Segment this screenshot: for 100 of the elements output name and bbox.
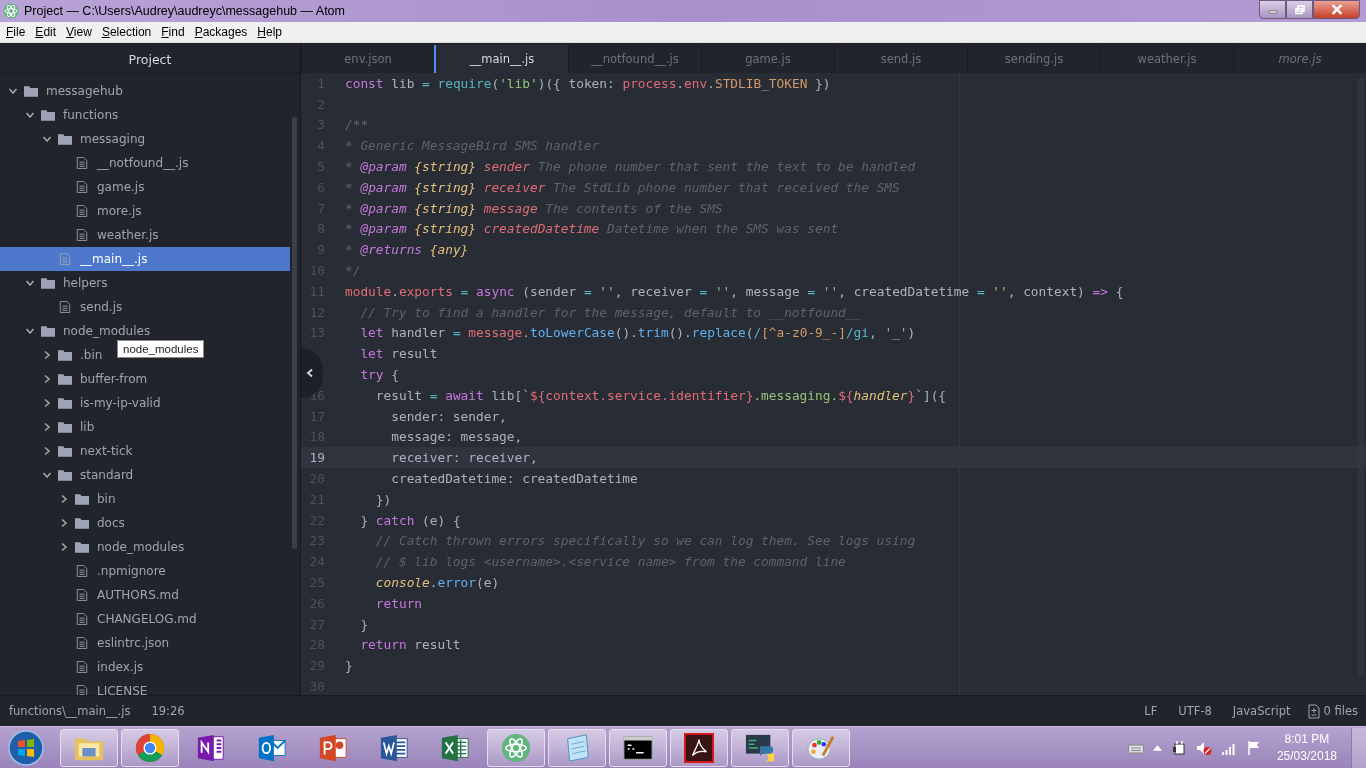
tree-item[interactable]: bin — [0, 487, 120, 511]
tree-item[interactable]: game.js — [0, 175, 149, 199]
line-ending[interactable]: LF — [1144, 704, 1158, 718]
taskbar-button[interactable] — [609, 728, 667, 767]
encoding[interactable]: UTF-8 — [1178, 704, 1212, 718]
flag-icon[interactable] — [1245, 739, 1262, 756]
document-icon — [379, 732, 409, 763]
menu-item[interactable]: Help — [252, 25, 288, 39]
tree-item[interactable]: node_modules — [0, 535, 189, 559]
folder-icon — [58, 445, 72, 457]
tree-item[interactable]: lib — [0, 415, 99, 439]
code-line: // Try to find a handler for the message, default to __notfound__ — [359, 304, 862, 320]
folder-icon — [58, 373, 72, 385]
folder-icon — [58, 397, 72, 409]
file-icon — [75, 613, 89, 625]
show-desktop-button[interactable] — [1351, 727, 1366, 768]
close-icon — [1329, 4, 1344, 15]
power-plug-icon[interactable] — [1170, 739, 1187, 756]
file-icon — [75, 565, 89, 577]
code-line: */ — [345, 263, 361, 279]
file-path[interactable]: functions\__main__.js — [9, 704, 131, 718]
tree-item[interactable]: LICENSE — [0, 679, 152, 695]
browser-icon — [135, 732, 165, 763]
taskbar-button[interactable] — [670, 728, 728, 767]
mail-icon — [257, 732, 287, 763]
code-line: const lib = require('lib')({ token: process.env.STDLIB_TOKEN }) — [345, 75, 831, 91]
git-status[interactable]: 0 files — [1323, 704, 1358, 718]
tree-item[interactable]: AUTHORS.md — [0, 583, 183, 607]
tree-item[interactable]: CHANGELOG.md — [0, 607, 201, 631]
folder-icon — [41, 325, 55, 337]
tree-item[interactable]: messaging — [0, 127, 150, 151]
notebook-icon — [196, 732, 226, 763]
show-hidden-icon[interactable] — [1152, 744, 1162, 751]
tree-item[interactable]: send.js — [0, 295, 127, 319]
menu-item[interactable]: Find — [156, 25, 190, 39]
code-line: * @param {string} message The contents of the SMS — [345, 200, 723, 216]
line-number: 19 — [309, 450, 325, 466]
menu-item[interactable]: Edit — [30, 25, 62, 39]
scrollbar[interactable] — [292, 117, 297, 549]
restore-button[interactable] — [1286, 0, 1313, 19]
tab[interactable]: __main__.js — [434, 45, 568, 73]
menu-item[interactable]: Selection — [96, 25, 157, 39]
tree-item[interactable]: __main__.js — [0, 247, 152, 271]
code-line: let result — [359, 346, 438, 362]
folder-icon — [41, 277, 55, 289]
tree-item[interactable]: node_modules — [0, 319, 155, 343]
file-name: __notfound__.js — [97, 156, 189, 170]
file-name: eslintrc.json — [97, 636, 170, 650]
file-name: send.js — [80, 300, 123, 314]
file-icon — [75, 637, 89, 649]
file-name: messaging — [80, 132, 146, 146]
code-line: message: message, — [390, 429, 523, 445]
tree-item[interactable]: .bin — [0, 343, 107, 367]
tree-item[interactable]: is-my-ip-valid — [0, 391, 165, 415]
tree-item[interactable]: weather.js — [0, 223, 163, 247]
menu-item[interactable]: Packages — [189, 25, 253, 39]
tree-item[interactable]: eslintrc.json — [0, 631, 174, 655]
file-name: is-my-ip-valid — [80, 396, 161, 410]
file-icon — [58, 301, 72, 313]
tree-item[interactable]: index.js — [0, 655, 148, 679]
tooltip: node_modules — [117, 340, 205, 358]
minimize-button[interactable] — [1259, 0, 1286, 19]
code-line: // Catch thrown errors specifically so we can log them. See logs using — [374, 533, 916, 549]
code-line: module.exports = async (sender = '', receiver = '', message = '', createdDatetime = '', context) => { — [345, 283, 1124, 299]
file-icon — [75, 661, 89, 673]
tree-item[interactable]: docs — [0, 511, 129, 535]
tree-item[interactable]: functions — [0, 103, 123, 127]
tree-item[interactable]: .npmignore — [0, 559, 170, 583]
taskbar-button[interactable] — [731, 728, 789, 767]
tree-item[interactable]: buffer-from — [0, 367, 152, 391]
chevron-icon — [305, 368, 315, 378]
folder-icon — [58, 133, 72, 145]
close-button[interactable] — [1313, 0, 1360, 19]
tree-item[interactable]: more.js — [0, 199, 146, 223]
tree-item[interactable]: helpers — [0, 271, 112, 295]
file-icon — [75, 157, 89, 169]
menu-item[interactable]: View — [61, 25, 97, 39]
cursor-position[interactable]: 19:26 — [151, 704, 185, 718]
code-line: try { — [359, 367, 399, 383]
folder-icon — [75, 493, 89, 505]
tree-item[interactable]: __notfound__.js — [0, 151, 193, 175]
file-name: standard — [80, 468, 134, 482]
file-icon — [75, 181, 89, 193]
code-line: result = await lib[`${context.service.identifier}.messaging.${handler}`]({ — [374, 387, 947, 403]
folder-icon — [41, 109, 55, 121]
atom-icon — [3, 3, 19, 19]
slides-icon — [318, 732, 348, 763]
menu-item[interactable]: File — [1, 25, 31, 39]
code-line: sender: sender, — [390, 408, 507, 424]
code-line: console.error(e) — [374, 575, 500, 590]
collapse-button[interactable] — [301, 348, 323, 398]
tree-item[interactable]: next-tick — [0, 439, 137, 463]
tree-item[interactable]: messagehub — [0, 79, 127, 103]
grammar[interactable]: JavaScript — [1232, 704, 1291, 718]
code-line: } — [345, 658, 353, 674]
tree-item[interactable]: standard — [0, 463, 138, 487]
python-icon — [745, 732, 775, 763]
file-name: docs — [97, 516, 125, 530]
file-name: next-tick — [80, 444, 133, 458]
file-icon — [75, 589, 89, 601]
